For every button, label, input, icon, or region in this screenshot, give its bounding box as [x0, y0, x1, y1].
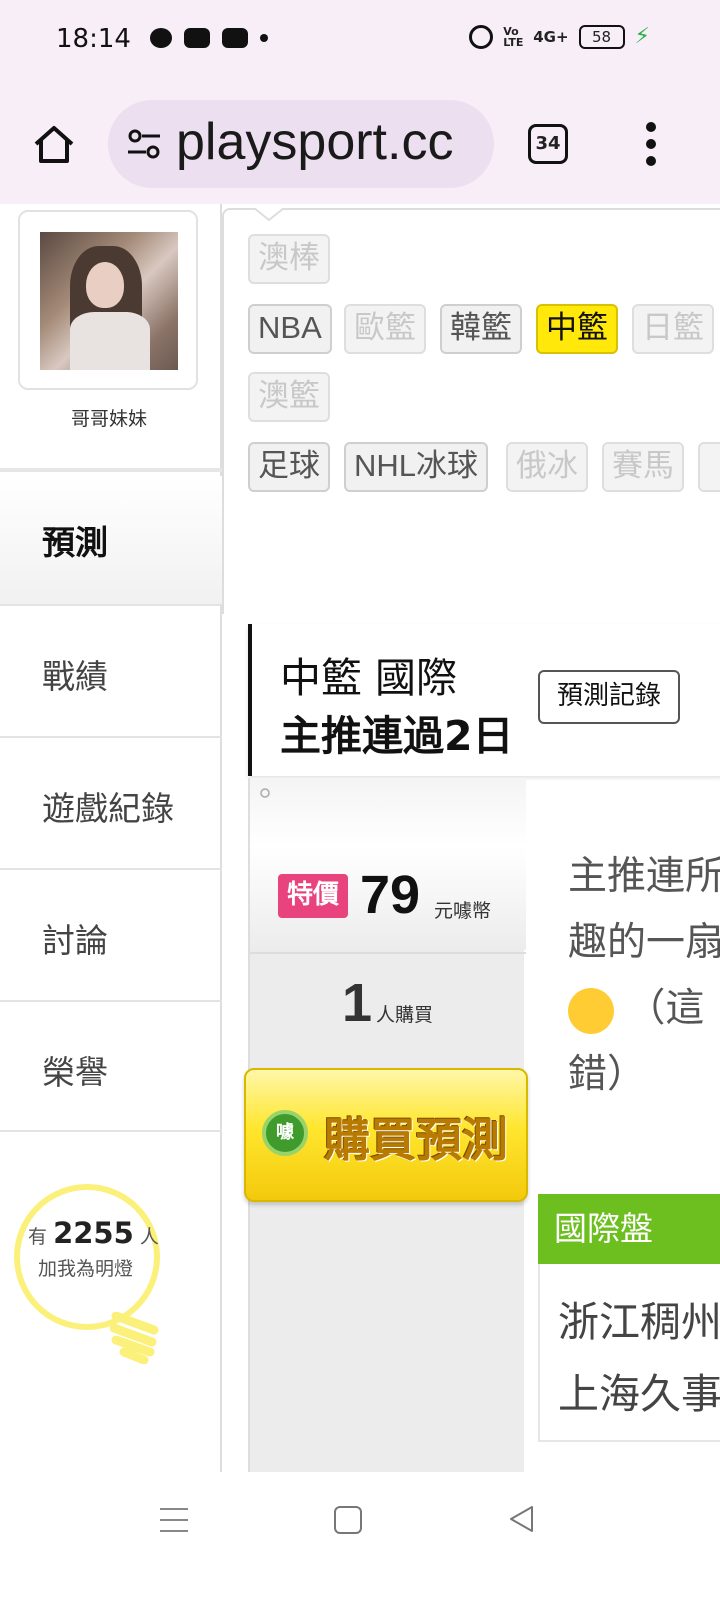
- follow-lightbulb-button[interactable]: 有 2255 人 加我為明燈: [14, 1184, 164, 1374]
- chat-icon: [150, 28, 172, 48]
- address-bar[interactable]: playsport.cc: [108, 100, 494, 188]
- avatar[interactable]: [40, 232, 178, 370]
- tab-japan-basketball[interactable]: 日籃: [632, 304, 714, 354]
- profile-card[interactable]: [18, 210, 198, 390]
- fans-prefix: 有: [28, 1226, 48, 1248]
- prediction-record-button[interactable]: 預測記錄: [538, 670, 680, 724]
- buy-prediction-label: 購買預測: [324, 1113, 508, 1167]
- battery-icon: 58: [578, 24, 625, 49]
- youtube-icon: [184, 28, 210, 48]
- sidebar-item-label: 討論: [42, 921, 108, 960]
- tab-korea-basketball[interactable]: 韓籃: [440, 304, 522, 354]
- recents-icon[interactable]: [160, 1508, 190, 1538]
- card-streak: 主推連過2日: [280, 712, 514, 760]
- volte-icon: Vo LTE: [503, 24, 524, 49]
- divider: [250, 952, 526, 954]
- team-home: 浙江稠州: [558, 1298, 720, 1346]
- tab-nhl[interactable]: NHL冰球: [344, 442, 489, 492]
- tab-euro-basketball[interactable]: 歐籃: [344, 304, 426, 354]
- status-time: 18:14: [56, 24, 131, 54]
- charging-icon: ⚡: [634, 24, 650, 49]
- coin-logo-icon: 噱: [262, 1110, 308, 1156]
- tab-aus-basketball[interactable]: 澳籃: [248, 372, 330, 422]
- description-line: 主推連所: [568, 854, 720, 899]
- card-league: 中籃 國際: [280, 654, 458, 702]
- sidebar-item-label: 預測: [42, 523, 108, 562]
- more-options-icon[interactable]: [646, 122, 658, 166]
- bet-type-header: 國際盤: [538, 1194, 720, 1264]
- fans-label: 加我為明燈: [38, 1258, 134, 1280]
- youtube-icon: [222, 28, 248, 48]
- promo-badge: 特價: [278, 874, 348, 918]
- system-icons: Vo LTE 4G+ 58 ⚡: [469, 24, 650, 49]
- more-notifications-icon: [260, 34, 268, 42]
- home-nav-icon[interactable]: [334, 1506, 362, 1534]
- description-line: 趣的一扇: [568, 920, 720, 965]
- tab-more[interactable]: [698, 442, 720, 492]
- tab-china-basketball[interactable]: 中籃: [536, 304, 618, 354]
- fans-count: 2255: [53, 1216, 134, 1250]
- sidebar-item-discussion[interactable]: 討論: [0, 868, 222, 1000]
- sport-tabs: 澳棒 NBA 歐籃 韓籃 中籃 日籃 澳籃 足球 NHL冰球 俄冰 賽馬: [222, 208, 720, 614]
- tab-khl[interactable]: 俄冰: [506, 442, 588, 492]
- match-teams: 浙江稠州 上海久事: [538, 1264, 720, 1442]
- sidebar-item-label: 榮譽: [42, 1053, 108, 1092]
- sidebar-item-game-history[interactable]: 遊戲紀錄: [0, 736, 222, 868]
- main-content: 澳棒 NBA 歐籃 韓籃 中籃 日籃 澳籃 足球 NHL冰球 俄冰 賽馬 中籃 …: [222, 204, 720, 1472]
- price-unit: 元噱幣: [434, 900, 492, 922]
- buyers-count: 1: [342, 973, 373, 1033]
- star-struck-emoji-icon: [568, 987, 614, 1034]
- buy-prediction-button[interactable]: 噱 購買預測: [244, 1068, 528, 1202]
- divider: [0, 468, 222, 472]
- tab-horse-racing[interactable]: 賽馬: [602, 442, 684, 492]
- prediction-description: 主推連所 趣的一扇 （這 錯）: [568, 844, 720, 1108]
- username[interactable]: 哥哥妹妹: [0, 404, 218, 431]
- fans-count-line: 有 2255 人: [28, 1216, 159, 1250]
- sidebar-item-predictions[interactable]: 預測: [0, 476, 222, 604]
- sidebar-item-record[interactable]: 戰績: [0, 604, 222, 736]
- alarm-icon: [469, 24, 494, 49]
- status-bar: 18:14 Vo LTE 4G+ 58 ⚡: [0, 0, 720, 86]
- buyers-label: 人購買: [376, 1004, 434, 1026]
- prediction-card-header: 中籃 國際 主推連過2日 預測記錄: [248, 624, 720, 776]
- home-icon[interactable]: [32, 122, 76, 166]
- sidebar-item-label: 遊戲紀錄: [42, 789, 174, 828]
- description-line-emoji: （這: [568, 976, 720, 1042]
- sidebar-item-honors[interactable]: 榮譽: [0, 1000, 222, 1132]
- price-value: 79: [360, 865, 421, 925]
- pin-icon: [260, 788, 270, 798]
- notification-icons: [150, 28, 268, 48]
- tab-soccer[interactable]: 足球: [248, 442, 330, 492]
- url-text: playsport.cc: [176, 113, 454, 171]
- system-navigation-bar: [0, 1472, 720, 1604]
- tab-switcher-button[interactable]: 34: [528, 124, 568, 164]
- back-icon[interactable]: [506, 1504, 536, 1534]
- fans-suffix: 人: [139, 1226, 159, 1248]
- site-settings-icon[interactable]: [126, 128, 162, 160]
- description-line: 錯）: [568, 1052, 647, 1097]
- sidebar: 哥哥妹妹 預測 戰績 遊戲紀錄 討論 榮譽 有 2255 人 加我為明燈: [0, 204, 222, 1472]
- lightbulb-base-icon: [110, 1312, 159, 1364]
- tab-aus-baseball[interactable]: 澳棒: [248, 234, 330, 284]
- team-away: 上海久事: [558, 1370, 720, 1418]
- browser-toolbar: playsport.cc 34: [0, 86, 720, 204]
- sidebar-item-label: 戰績: [42, 657, 108, 696]
- tab-pointer-icon: [254, 208, 284, 222]
- signal-icon: 4G+: [533, 27, 569, 46]
- tab-nba[interactable]: NBA: [248, 304, 332, 354]
